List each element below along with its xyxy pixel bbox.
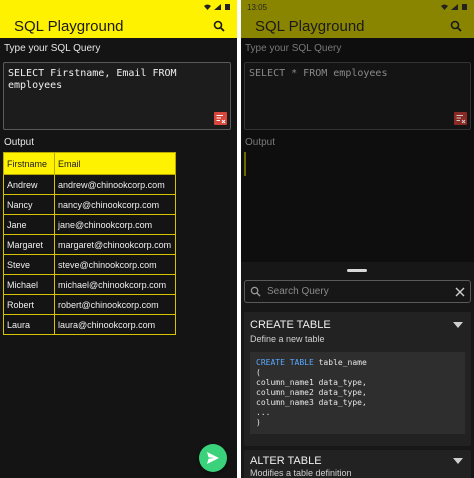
table-cell: michael@chinookcorp.com (54, 274, 176, 295)
table-cell: Andrew (3, 174, 55, 195)
table-cell: laura@chinookcorp.com (54, 314, 176, 335)
table-cell: andrew@chinookcorp.com (54, 174, 176, 195)
table-row: Michael michael@chinookcorp.com (3, 274, 176, 295)
query-editor[interactable]: SELECT * FROM employees (244, 62, 471, 130)
column-header-firstname: Firstname (3, 152, 55, 175)
column-header-email: Email (54, 152, 176, 175)
run-query-button[interactable] (199, 444, 227, 472)
table-cell: nancy@chinookcorp.com (54, 194, 176, 215)
table-cell: Margaret (3, 234, 55, 255)
table-row: Margaret margaret@chinookcorp.com (3, 234, 176, 255)
table-cell: Nancy (3, 194, 55, 215)
app-bar: SQL Playground (0, 14, 237, 38)
search-icon[interactable] (448, 18, 464, 34)
table-row: Robert robert@chinookcorp.com (3, 294, 176, 315)
right-screen: 13:05 SQL Playground Type your SQL Query… (241, 0, 474, 478)
table-row: Jane jane@chinookcorp.com (3, 214, 176, 235)
code-keyword: CREATE TABLE (256, 358, 314, 367)
status-bar: 13:05 (241, 0, 474, 14)
battery-icon (462, 4, 467, 10)
table-header-row: Firstname Email (3, 152, 176, 175)
code-snippet: CREATE TABLE table_name ( column_name1 d… (250, 352, 465, 434)
card-create-table[interactable]: CREATE TABLE Define a new table CREATE T… (244, 312, 471, 446)
signal-icon (214, 4, 221, 10)
clear-query-icon[interactable] (214, 112, 227, 125)
code-text: ( column_name1 data_type, column_name2 d… (256, 368, 367, 427)
table-cell: Steve (3, 254, 55, 275)
battery-icon (225, 4, 230, 10)
status-icons (204, 4, 231, 10)
output-label: Output (245, 137, 276, 148)
card-alter-table[interactable]: ALTER TABLE Modifies a table definition (244, 450, 471, 478)
clear-query-icon[interactable] (454, 112, 467, 125)
query-text[interactable]: SELECT * FROM employees (245, 63, 470, 85)
card-title: ALTER TABLE (250, 455, 322, 467)
close-icon[interactable] (455, 287, 465, 297)
status-icons (441, 4, 468, 10)
card-subtitle: Define a new table (250, 334, 325, 344)
query-label: Type your SQL Query (245, 43, 342, 54)
chevron-down-icon[interactable] (453, 458, 463, 464)
query-editor[interactable]: SELECT Firstname, Email FROM employees (3, 62, 231, 130)
app-bar: SQL Playground (241, 14, 474, 38)
card-title: CREATE TABLE (250, 319, 331, 331)
table-cell: margaret@chinookcorp.com (54, 234, 176, 255)
wifi-icon (204, 4, 211, 10)
app-title: SQL Playground (255, 17, 365, 35)
status-time: 13:05 (247, 2, 268, 12)
chevron-down-icon[interactable] (453, 322, 463, 328)
signal-icon (451, 4, 458, 10)
query-text[interactable]: SELECT Firstname, Email FROM employees (4, 63, 230, 97)
status-bar (0, 0, 237, 14)
query-reference-sheet: Search Query CREATE TABLE Define a new t… (241, 262, 474, 478)
card-subtitle: Modifies a table definition (250, 468, 352, 478)
table-cell: robert@chinookcorp.com (54, 294, 176, 315)
table-cell: Laura (3, 314, 55, 335)
table-row: Laura laura@chinookcorp.com (3, 314, 176, 335)
table-cell: steve@chinookcorp.com (54, 254, 176, 275)
output-placeholder (244, 152, 246, 176)
table-row: Andrew andrew@chinookcorp.com (3, 174, 176, 195)
app-title: SQL Playground (14, 17, 124, 35)
wifi-icon (441, 4, 448, 10)
drag-handle[interactable] (347, 269, 367, 272)
table-cell: Robert (3, 294, 55, 315)
table-row: Nancy nancy@chinookcorp.com (3, 194, 176, 215)
output-label: Output (4, 137, 35, 148)
code-text: table_name (313, 358, 367, 367)
left-screen: SQL Playground Type your SQL Query SELEC… (0, 0, 237, 478)
table-cell: jane@chinookcorp.com (54, 214, 176, 235)
search-query-field[interactable]: Search Query (244, 280, 471, 303)
query-label: Type your SQL Query (4, 43, 101, 54)
send-icon (207, 452, 219, 464)
search-icon[interactable] (211, 18, 227, 34)
search-icon (250, 286, 261, 297)
table-cell: Michael (3, 274, 55, 295)
table-cell: Jane (3, 214, 55, 235)
table-row: Steve steve@chinookcorp.com (3, 254, 176, 275)
search-placeholder[interactable]: Search Query (267, 286, 455, 297)
output-table: Firstname Email Andrew andrew@chinookcorp… (3, 152, 176, 335)
